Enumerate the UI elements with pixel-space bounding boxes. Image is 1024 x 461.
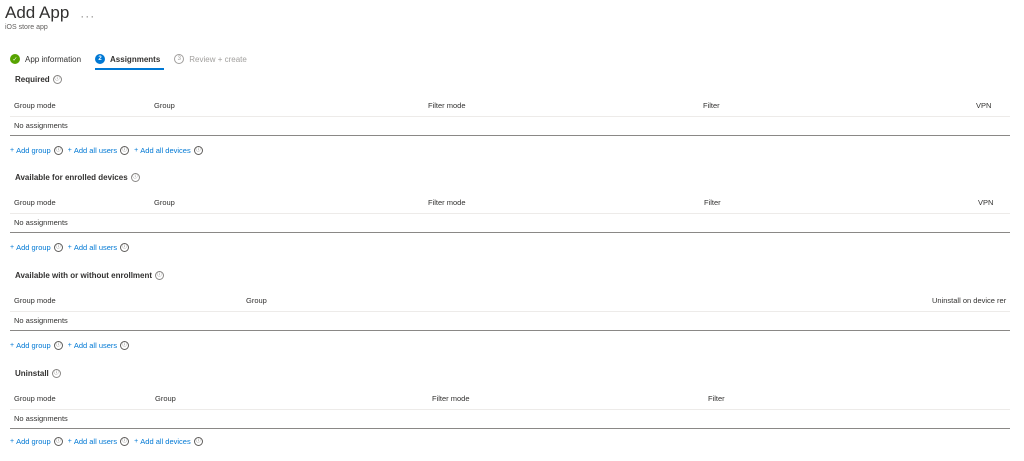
info-icon[interactable]: ⓘ [51,369,61,378]
step-label: Review + create [189,54,247,64]
plus-icon: + [10,438,15,445]
column-header[interactable]: Filter mode [432,394,470,403]
table-header: Group mode Group Uninstall on device rer [10,289,1010,312]
info-icon[interactable]: ⓘ [120,146,130,155]
table-empty-row: No assignments [10,214,1010,233]
checkmark-icon: ✓ [10,54,20,64]
empty-state-text: No assignments [14,121,68,130]
column-header[interactable]: Group [154,198,175,207]
add-all-devices-link[interactable]: + Add all devices ⓘ [134,146,203,155]
step-label: App information [25,54,82,64]
plus-icon: + [10,147,15,154]
add-group-link[interactable]: + Add group ⓘ [10,146,63,155]
action-links: + Add group ⓘ + Add all users ⓘ [10,243,134,252]
step-number-badge: 3 [174,54,185,64]
plus-icon: + [134,147,139,154]
page-subtitle: iOS store app [5,24,48,31]
add-all-devices-link[interactable]: + Add all devices ⓘ [134,437,203,446]
info-icon[interactable]: ⓘ [53,341,63,350]
column-header[interactable]: Group mode [14,394,56,403]
table-header: Group mode Group Filter mode Filter [10,387,1010,410]
page-header: Add App ··· iOS store app [5,3,95,31]
info-icon[interactable]: ⓘ [53,437,63,446]
empty-state-text: No assignments [14,414,68,423]
info-icon[interactable]: ⓘ [193,437,203,446]
column-header[interactable]: VPN [978,198,993,207]
plus-icon: + [134,438,139,445]
section-title-text: Available with or without enrollment [15,271,153,280]
page-title: Add App [5,3,70,22]
add-group-link[interactable]: + Add group ⓘ [10,341,63,350]
column-header[interactable]: Filter mode [428,198,466,207]
plus-icon: + [67,342,72,349]
column-header[interactable]: Group [155,394,176,403]
section-title: Required ⓘ [15,75,62,84]
action-links: + Add group ⓘ + Add all users ⓘ [10,341,134,350]
step-number-badge: 2 [95,54,106,64]
step-review-create[interactable]: 3 Review + create [174,51,247,67]
info-icon[interactable]: ⓘ [53,146,63,155]
column-header[interactable]: Group [154,101,175,110]
info-icon[interactable]: ⓘ [52,75,62,84]
table-empty-row: No assignments [10,117,1010,136]
column-header[interactable]: Group mode [14,296,56,305]
plus-icon: + [67,438,72,445]
add-all-users-link[interactable]: + Add all users ⓘ [67,146,130,155]
empty-state-text: No assignments [14,218,68,227]
plus-icon: + [67,147,72,154]
add-all-users-link[interactable]: + Add all users ⓘ [67,243,130,252]
column-header[interactable]: Filter mode [428,101,466,110]
info-icon[interactable]: ⓘ [120,341,130,350]
column-header[interactable]: Filter [704,198,721,207]
info-icon[interactable]: ⓘ [155,271,165,280]
plus-icon: + [10,244,15,251]
section-title: Uninstall ⓘ [15,369,61,378]
info-icon[interactable]: ⓘ [193,146,203,155]
action-links: + Add group ⓘ + Add all users ⓘ + Add all dev… [10,437,208,446]
info-icon[interactable]: ⓘ [120,243,130,252]
column-header[interactable]: Group [246,296,267,305]
table-header: Group mode Group Filter mode Filter VPN [10,94,1010,117]
step-assignments[interactable]: 2 Assignments [95,51,165,70]
info-icon[interactable]: ⓘ [130,173,140,182]
column-header[interactable]: Group mode [14,101,56,110]
add-all-users-link[interactable]: + Add all users ⓘ [67,437,130,446]
column-header[interactable]: Uninstall on device rer [932,296,1006,305]
column-header[interactable]: VPN [976,101,991,110]
table-header: Group mode Group Filter mode Filter VPN [10,191,1010,214]
info-icon[interactable]: ⓘ [120,437,130,446]
section-title: Available for enrolled devices ⓘ [15,173,140,182]
add-group-link[interactable]: + Add group ⓘ [10,243,63,252]
step-app-information[interactable]: ✓ App information [10,51,81,67]
wizard-steps: ✓ App information 2 Assignments 3 Review… [10,50,261,70]
section-title: Available with or without enrollment ⓘ [15,271,165,280]
add-all-users-link[interactable]: + Add all users ⓘ [67,341,130,350]
column-header[interactable]: Filter [703,101,720,110]
plus-icon: + [10,342,15,349]
plus-icon: + [67,244,72,251]
table-empty-row: No assignments [10,410,1010,429]
add-group-link[interactable]: + Add group ⓘ [10,437,63,446]
column-header[interactable]: Group mode [14,198,56,207]
action-links: + Add group ⓘ + Add all users ⓘ + Add all dev… [10,146,208,155]
step-label: Assignments [110,54,161,64]
more-options-button[interactable]: ··· [80,9,95,23]
section-title-text: Required [15,75,50,84]
section-title-text: Available for enrolled devices [15,173,128,182]
info-icon[interactable]: ⓘ [53,243,63,252]
table-empty-row: No assignments [10,312,1010,331]
column-header[interactable]: Filter [708,394,725,403]
empty-state-text: No assignments [14,316,68,325]
section-title-text: Uninstall [15,369,49,378]
